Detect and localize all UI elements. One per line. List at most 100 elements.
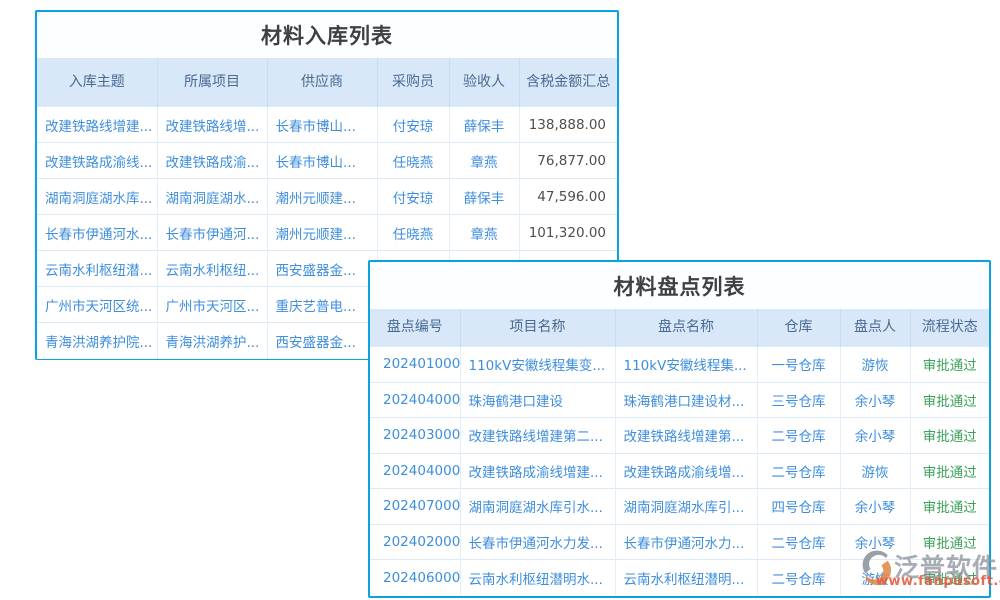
stocktake-list-title: 材料盘点列表 bbox=[370, 262, 989, 309]
table-row: 2024010008110kV安徽线程集变...110kV安徽线程集...一号仓… bbox=[370, 347, 989, 383]
table-cell: 章燕 bbox=[449, 143, 519, 179]
table-cell[interactable]: 2024070001 bbox=[370, 489, 460, 525]
table-cell[interactable]: 改建铁路线增... bbox=[157, 107, 267, 143]
inbound-table-head: 入库主题所属项目供应商采购员验收人含税金额汇总 bbox=[37, 58, 617, 107]
table-cell[interactable]: 2024030004 bbox=[370, 418, 460, 454]
table-cell: 76,877.00 bbox=[519, 143, 617, 179]
table-row: 改建铁路成渝线...改建铁路成渝...长春市博山...任晓燕章燕76,877.0… bbox=[37, 143, 617, 179]
table-cell: 101,320.00 bbox=[519, 215, 617, 251]
table-cell: 余小琴 bbox=[840, 418, 910, 454]
table-cell: 余小琴 bbox=[840, 382, 910, 418]
table-cell: 审批通过 bbox=[910, 347, 989, 383]
table-cell[interactable]: 改建铁路线增建第二... bbox=[460, 418, 615, 454]
table-cell[interactable]: 110kV安徽线程集变... bbox=[460, 347, 615, 383]
stocktake-table-body: 2024010008110kV安徽线程集变...110kV安徽线程集...一号仓… bbox=[370, 347, 989, 596]
table-cell[interactable]: 2024010008 bbox=[370, 347, 460, 383]
table-cell[interactable]: 二号仓库 bbox=[757, 560, 840, 596]
table-cell[interactable]: 云南水利枢纽潜明水... bbox=[460, 560, 615, 596]
table-cell[interactable]: 改建铁路成渝... bbox=[157, 143, 267, 179]
table-cell[interactable]: 改建铁路成渝线增建... bbox=[460, 453, 615, 489]
table-row: 2024030004改建铁路线增建第二...改建铁路线增建第...二号仓库余小琴… bbox=[370, 418, 989, 454]
table-cell[interactable]: 西安盛器金... bbox=[267, 251, 377, 287]
table-cell[interactable]: 改建铁路线增建第... bbox=[615, 418, 757, 454]
table-cell[interactable]: 云南水利枢纽潜明... bbox=[615, 560, 757, 596]
table-row: 长春市伊通河水...长春市伊通河...潮州元顺建...任晓燕章燕101,320.… bbox=[37, 215, 617, 251]
table-cell[interactable]: 长春市伊通河水力发... bbox=[460, 524, 615, 560]
column-header: 含税金额汇总 bbox=[519, 58, 617, 107]
table-row: 2024070001湖南洞庭湖水库引水...湖南洞庭湖水库引...四号仓库余小琴… bbox=[370, 489, 989, 525]
table-cell[interactable]: 2024020005 bbox=[370, 524, 460, 560]
table-cell[interactable]: 潮州元顺建... bbox=[267, 215, 377, 251]
column-header: 供应商 bbox=[267, 58, 377, 107]
table-cell[interactable]: 长春市伊通河水力... bbox=[615, 524, 757, 560]
table-cell[interactable]: 广州市天河区... bbox=[157, 287, 267, 323]
table-cell: 余小琴 bbox=[840, 489, 910, 525]
table-cell[interactable]: 2024060001 bbox=[370, 560, 460, 596]
stocktake-header-row: 盘点编号项目名称盘点名称仓库盘点人流程状态 bbox=[370, 309, 989, 347]
table-cell[interactable]: 湖南洞庭湖水库... bbox=[37, 179, 157, 215]
table-cell[interactable]: 改建铁路成渝线... bbox=[37, 143, 157, 179]
table-cell[interactable]: 湖南洞庭湖水库引... bbox=[615, 489, 757, 525]
table-cell[interactable]: 2024040001 bbox=[370, 453, 460, 489]
column-header: 采购员 bbox=[377, 58, 449, 107]
table-cell[interactable]: 二号仓库 bbox=[757, 418, 840, 454]
table-row: 2024040001改建铁路成渝线增建...改建铁路成渝线增...二号仓库游恢审… bbox=[370, 453, 989, 489]
stocktake-table-head: 盘点编号项目名称盘点名称仓库盘点人流程状态 bbox=[370, 309, 989, 347]
table-cell: 薛保丰 bbox=[449, 179, 519, 215]
table-cell[interactable]: 西安盛器金... bbox=[267, 323, 377, 359]
table-cell: 138,888.00 bbox=[519, 107, 617, 143]
table-cell: 游恢 bbox=[840, 560, 910, 596]
table-cell[interactable]: 潮州元顺建... bbox=[267, 179, 377, 215]
table-cell[interactable]: 2024040003 bbox=[370, 382, 460, 418]
table-cell: 章燕 bbox=[449, 215, 519, 251]
table-cell: 任晓燕 bbox=[377, 215, 449, 251]
table-cell: 审批通过 bbox=[910, 560, 989, 596]
column-header: 仓库 bbox=[757, 309, 840, 347]
table-cell[interactable]: 云南水利枢纽潜... bbox=[37, 251, 157, 287]
table-cell[interactable]: 改建铁路线增建... bbox=[37, 107, 157, 143]
table-cell: 审批通过 bbox=[910, 453, 989, 489]
table-cell[interactable]: 长春市伊通河... bbox=[157, 215, 267, 251]
column-header: 盘点名称 bbox=[615, 309, 757, 347]
table-cell: 付安琼 bbox=[377, 107, 449, 143]
table-cell[interactable]: 三号仓库 bbox=[757, 382, 840, 418]
table-cell: 审批通过 bbox=[910, 524, 989, 560]
table-row: 2024020005长春市伊通河水力发...长春市伊通河水力...二号仓库余小琴… bbox=[370, 524, 989, 560]
column-header: 验收人 bbox=[449, 58, 519, 107]
table-cell: 游恢 bbox=[840, 347, 910, 383]
table-cell[interactable]: 珠海鹤港口建设材... bbox=[615, 382, 757, 418]
table-cell: 47,596.00 bbox=[519, 179, 617, 215]
column-header: 入库主题 bbox=[37, 58, 157, 107]
table-cell[interactable]: 二号仓库 bbox=[757, 524, 840, 560]
stocktake-list-panel: 材料盘点列表 盘点编号项目名称盘点名称仓库盘点人流程状态 20240100081… bbox=[368, 260, 991, 598]
table-row: 改建铁路线增建...改建铁路线增...长春市博山...付安琼薛保丰138,888… bbox=[37, 107, 617, 143]
column-header: 流程状态 bbox=[910, 309, 989, 347]
table-cell[interactable]: 青海洪湖养护院... bbox=[37, 323, 157, 359]
table-row: 2024060001云南水利枢纽潜明水...云南水利枢纽潜明...二号仓库游恢审… bbox=[370, 560, 989, 596]
table-cell[interactable]: 青海洪湖养护... bbox=[157, 323, 267, 359]
table-cell[interactable]: 二号仓库 bbox=[757, 453, 840, 489]
table-cell: 薛保丰 bbox=[449, 107, 519, 143]
table-cell: 游恢 bbox=[840, 453, 910, 489]
table-cell[interactable]: 广州市天河区统... bbox=[37, 287, 157, 323]
table-cell[interactable]: 110kV安徽线程集... bbox=[615, 347, 757, 383]
table-cell[interactable]: 长春市博山... bbox=[267, 143, 377, 179]
column-header: 所属项目 bbox=[157, 58, 267, 107]
table-cell[interactable]: 一号仓库 bbox=[757, 347, 840, 383]
inbound-header-row: 入库主题所属项目供应商采购员验收人含税金额汇总 bbox=[37, 58, 617, 107]
table-cell[interactable]: 云南水利枢纽... bbox=[157, 251, 267, 287]
table-row: 2024040003珠海鹤港口建设珠海鹤港口建设材...三号仓库余小琴审批通过 bbox=[370, 382, 989, 418]
column-header: 盘点人 bbox=[840, 309, 910, 347]
table-cell[interactable]: 珠海鹤港口建设 bbox=[460, 382, 615, 418]
column-header: 盘点编号 bbox=[370, 309, 460, 347]
table-cell[interactable]: 改建铁路成渝线增... bbox=[615, 453, 757, 489]
table-cell[interactable]: 重庆艺普电... bbox=[267, 287, 377, 323]
table-cell[interactable]: 长春市伊通河水... bbox=[37, 215, 157, 251]
table-cell[interactable]: 湖南洞庭湖水... bbox=[157, 179, 267, 215]
table-cell: 余小琴 bbox=[840, 524, 910, 560]
table-cell[interactable]: 湖南洞庭湖水库引水... bbox=[460, 489, 615, 525]
table-cell[interactable]: 四号仓库 bbox=[757, 489, 840, 525]
table-cell[interactable]: 长春市博山... bbox=[267, 107, 377, 143]
table-cell: 审批通过 bbox=[910, 418, 989, 454]
table-cell: 审批通过 bbox=[910, 382, 989, 418]
